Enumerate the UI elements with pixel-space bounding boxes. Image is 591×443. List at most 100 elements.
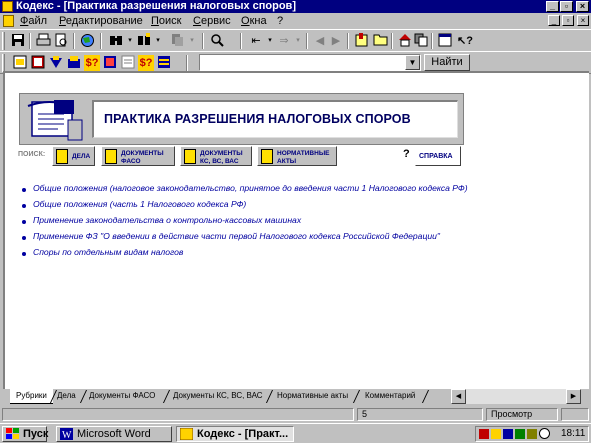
horizontal-scrollbar[interactable]: ◀ ▶ [451, 389, 581, 404]
help-button[interactable]: СПРАВКА [415, 146, 461, 166]
dropdown-arrow-icon[interactable]: ▾ [290, 33, 306, 49]
module-5-icon[interactable]: $? [84, 55, 100, 71]
tab-commentary[interactable]: Комментарий [365, 389, 415, 404]
tab-cases[interactable]: Дела [57, 389, 76, 404]
search-cases-button[interactable]: ДЕЛА [52, 146, 95, 166]
svg-text:W: W [62, 430, 72, 440]
toolbar-grip[interactable] [2, 32, 5, 50]
rubric-link[interactable]: Общие положения (часть 1 Налогового коде… [33, 199, 246, 209]
doc-minimize-button[interactable]: _ [548, 15, 560, 26]
search-faso-button[interactable]: ДОКУМЕНТЫ ФАСО [101, 146, 175, 166]
globe-icon[interactable] [79, 33, 95, 49]
module-9-icon[interactable] [156, 55, 172, 71]
scroll-left-button[interactable]: ◀ [451, 389, 466, 404]
save-icon[interactable] [10, 33, 26, 49]
menu-service[interactable]: Сервис [193, 14, 231, 28]
minimize-button[interactable]: _ [546, 1, 559, 12]
help-question-icon: ? [403, 148, 410, 160]
folder-icon [56, 149, 68, 164]
tray-icon[interactable] [527, 429, 537, 439]
taskbar: Пуск W Microsoft Word Кодекс - [Практ...… [0, 423, 591, 443]
tray-icon[interactable] [515, 429, 525, 439]
banner-title: ПРАКТИКА РАЗРЕШЕНИЯ НАЛОГОВЫХ СПОРОВ [104, 112, 411, 126]
banner: ПРАКТИКА РАЗРЕШЕНИЯ НАЛОГОВЫХ СПОРОВ [19, 93, 464, 145]
folder-icon [261, 149, 273, 164]
scroll-right-button[interactable]: ▶ [566, 389, 581, 404]
tray-clock[interactable]: 18:11 [561, 428, 585, 439]
word-icon: W [60, 428, 73, 440]
window-title: Кодекс - [Практика разрешения налоговых … [16, 0, 296, 12]
next-icon[interactable]: ▶ [328, 33, 344, 49]
rubric-link[interactable]: Общие положения (налоговое законодательс… [33, 183, 468, 193]
magnifier-icon[interactable] [209, 33, 225, 49]
document-view[interactable]: ПРАКТИКА РАЗРЕШЕНИЯ НАЛОГОВЫХ СПОРОВ ПОИ… [3, 71, 589, 389]
menu-bar: Файл Редактирование Поиск Сервис Окна ? … [0, 13, 591, 29]
tab-ks-vs-vas-documents[interactable]: Документы КС, ВС, ВАС [173, 389, 263, 404]
module-2-icon[interactable] [30, 55, 46, 71]
search-normative-acts-button[interactable]: НОРМАТИВНЫЕ АКТЫ [257, 146, 337, 166]
rubric-link[interactable]: Применение законодательства о контрольно… [33, 215, 301, 225]
module-3-icon[interactable] [48, 55, 64, 71]
module-4-icon[interactable] [66, 55, 82, 71]
menu-file[interactable]: Файл [20, 14, 47, 28]
standard-toolbar: ▾ ▾ ▾ ⇤ ▾ ⇒ ▾ ◀ ▶ ↖? [0, 29, 591, 52]
module-1-icon[interactable] [12, 55, 28, 71]
taskbar-item-word[interactable]: W Microsoft Word [56, 426, 172, 442]
toolbar-grip[interactable] [2, 54, 5, 72]
search-input[interactable] [199, 54, 421, 71]
document-stack-icon [27, 100, 83, 141]
tab-normative-acts[interactable]: Нормативные акты [277, 389, 348, 404]
doc-restore-button[interactable]: ▫ [562, 15, 574, 26]
folder-icon[interactable] [372, 33, 388, 49]
tray-icon[interactable] [479, 429, 489, 439]
copy-icon[interactable] [413, 33, 429, 49]
windows-logo-icon [6, 428, 19, 439]
search-dropdown-button[interactable]: ▼ [405, 55, 420, 70]
status-mode: Просмотр [486, 408, 558, 421]
menu-windows[interactable]: Окна [241, 14, 267, 28]
tray-icon[interactable] [503, 429, 513, 439]
rubric-link[interactable]: Споры по отдельным видам налогов [33, 247, 183, 257]
dropdown-arrow-icon[interactable]: ▾ [184, 33, 200, 49]
taskbar-item-kodeks[interactable]: Кодекс - [Практ... [176, 426, 294, 442]
status-page: 5 [357, 408, 483, 421]
bookmark-icon[interactable] [354, 33, 370, 49]
folder-icon [105, 149, 117, 164]
title-bar[interactable]: Кодекс - [Практика разрешения налоговых … [0, 0, 591, 13]
document-icon[interactable] [3, 15, 14, 27]
window-icon[interactable] [437, 33, 453, 49]
menu-edit[interactable]: Редактирование [59, 14, 143, 28]
menu-help[interactable]: ? [277, 14, 283, 28]
menu-search[interactable]: Поиск [151, 14, 181, 28]
status-bar: 5 Просмотр [0, 407, 591, 422]
tab-faso-documents[interactable]: Документы ФАСО [89, 389, 155, 404]
prev-icon[interactable]: ◀ [312, 33, 328, 49]
search-ks-vs-vas-button[interactable]: ДОКУМЕНТЫ КС, ВС, ВАС [180, 146, 252, 166]
find-button[interactable]: Найти [424, 54, 470, 71]
close-button[interactable]: × [576, 1, 589, 12]
module-8-icon[interactable]: $? [138, 55, 154, 71]
start-button[interactable]: Пуск [2, 426, 48, 442]
folder-icon [184, 149, 196, 164]
print-icon[interactable] [35, 33, 51, 49]
print-preview-icon[interactable] [53, 33, 69, 49]
status-message [2, 408, 354, 421]
rubric-link[interactable]: Применение ФЗ "О введении в действие час… [33, 231, 440, 241]
tray-icon[interactable] [491, 429, 501, 439]
dropdown-arrow-icon[interactable]: ▾ [150, 33, 166, 49]
restore-button[interactable]: ▫ [560, 1, 573, 12]
doc-close-button[interactable]: × [577, 15, 589, 26]
clock-icon[interactable] [539, 428, 550, 439]
kodeks-icon [180, 428, 193, 440]
bottom-tabs: Рубрики Дела Документы ФАСО Документы КС… [3, 389, 589, 405]
scroll-track[interactable] [466, 389, 566, 404]
module-7-icon[interactable] [120, 55, 136, 71]
system-tray: 18:11 [475, 426, 589, 442]
search-label: ПОИСК: [18, 151, 46, 158]
home-icon[interactable] [397, 33, 413, 49]
context-help-icon[interactable]: ↖? [457, 33, 473, 49]
module-6-icon[interactable] [102, 55, 118, 71]
tab-rubrics[interactable]: Рубрики [10, 389, 53, 404]
app-icon[interactable] [2, 1, 13, 12]
banner-title-panel: ПРАКТИКА РАЗРЕШЕНИЯ НАЛОГОВЫХ СПОРОВ [92, 100, 458, 138]
